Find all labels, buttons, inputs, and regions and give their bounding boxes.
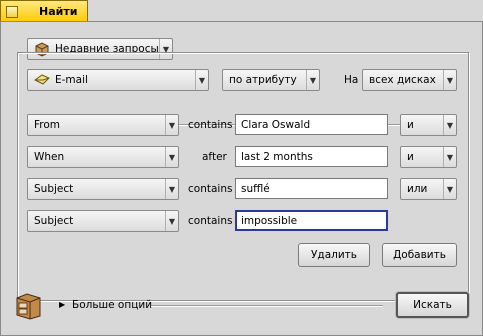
chevron-down-icon: ▼ (165, 115, 178, 135)
remove-button[interactable]: Удалить (298, 243, 370, 267)
value-field[interactable]: impossible (235, 210, 388, 231)
combiner-label: или (407, 183, 428, 195)
add-button[interactable]: Добавить (382, 243, 457, 267)
close-button[interactable] (6, 6, 18, 18)
on-label: На (344, 74, 359, 86)
search-mode-label: по атрибуту (229, 74, 297, 86)
file-type-label: E-mail (55, 74, 88, 86)
triangle-right-icon[interactable]: ▶ (59, 300, 65, 309)
value-field[interactable]: Clara Oswald (235, 114, 388, 135)
chevron-down-icon: ▼ (443, 147, 456, 167)
attribute-label: Subject (34, 183, 74, 195)
value-field[interactable]: sufflé (235, 178, 388, 199)
window-tab[interactable]: Найти (0, 0, 88, 22)
attribute-menu[interactable]: Subject ▼ (27, 210, 179, 232)
chevron-down-icon: ▼ (165, 179, 178, 199)
chevron-down-icon: ▼ (443, 70, 456, 90)
window-title: Найти (39, 5, 78, 18)
attribute-label: Subject (34, 215, 74, 227)
combiner-label: и (407, 151, 414, 163)
divider (151, 305, 383, 307)
attribute-menu[interactable]: From ▼ (27, 114, 179, 136)
volume-label: всех дисках (369, 74, 436, 86)
attribute-label: When (34, 151, 65, 163)
find-window: Недавние запросы ▼ E-mail ▼ по атрибуту … (0, 21, 483, 336)
operator-label: contains (188, 119, 233, 131)
chevron-down-icon: ▼ (165, 211, 178, 231)
operator-label: contains (188, 183, 233, 195)
operator-label: after (202, 151, 227, 163)
value-field[interactable]: last 2 months (235, 146, 388, 167)
search-mode-menu[interactable]: по атрибуту ▼ (222, 69, 320, 91)
chevron-down-icon: ▼ (195, 70, 208, 90)
email-envelope-icon (34, 72, 50, 88)
operator-label: contains (188, 215, 233, 227)
file-type-menu[interactable]: E-mail ▼ (27, 69, 209, 91)
chevron-down-icon: ▼ (306, 70, 319, 90)
search-button[interactable]: Искать (396, 292, 469, 318)
file-cabinet-icon (13, 290, 43, 320)
combiner-menu[interactable]: или ▼ (400, 178, 457, 200)
volume-menu[interactable]: всех дисках ▼ (362, 69, 457, 91)
chevron-down-icon: ▼ (165, 147, 178, 167)
attribute-menu[interactable]: When ▼ (27, 146, 179, 168)
attribute-label: From (34, 119, 61, 131)
chevron-down-icon: ▼ (443, 115, 456, 135)
combiner-label: и (407, 119, 414, 131)
attribute-menu[interactable]: Subject ▼ (27, 178, 179, 200)
combiner-menu[interactable]: и ▼ (400, 146, 457, 168)
combiner-menu[interactable]: и ▼ (400, 114, 457, 136)
chevron-down-icon: ▼ (443, 179, 456, 199)
more-options-label[interactable]: Больше опций (72, 299, 152, 311)
